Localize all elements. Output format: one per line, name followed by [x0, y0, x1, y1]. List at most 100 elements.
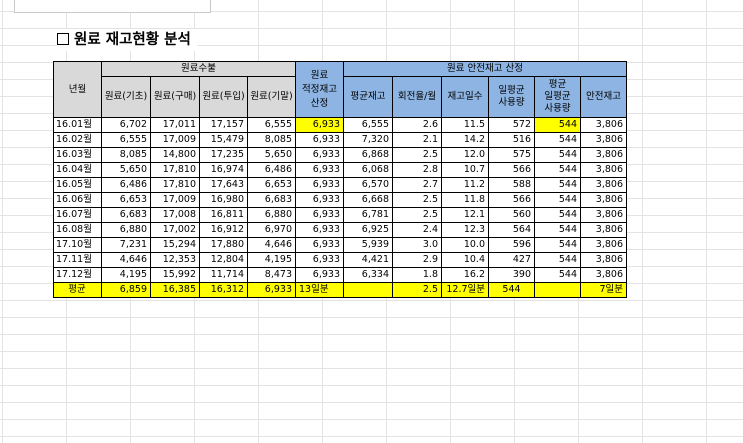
table-cell[interactable]: 6,933 — [295, 267, 344, 283]
header-avg-stock[interactable]: 평균재고 — [343, 76, 393, 118]
table-cell[interactable]: 6,555 — [343, 117, 393, 133]
table-cell[interactable]: 6,933 — [295, 162, 344, 178]
table-cell[interactable]: 16,811 — [199, 207, 248, 223]
table-cell[interactable]: 3,806 — [580, 237, 627, 253]
table-cell[interactable]: 588 — [488, 177, 535, 193]
table-cell[interactable]: 6,880 — [247, 207, 296, 223]
table-cell[interactable]: 11.8 — [441, 192, 489, 208]
table-cell[interactable]: 390 — [488, 267, 535, 283]
table-cell[interactable]: 6,925 — [343, 222, 393, 238]
table-cell[interactable]: 544 — [534, 132, 581, 148]
table-cell[interactable]: 17,002 — [150, 222, 200, 238]
header-proper-stock[interactable]: 원료 적정재고 산정 — [295, 61, 344, 118]
table-cell[interactable]: 544 — [534, 192, 581, 208]
name-box[interactable] — [14, 0, 211, 13]
header-turnover[interactable]: 회전율/월 — [392, 76, 442, 118]
table-cell[interactable]: 3,806 — [580, 177, 627, 193]
table-cell[interactable]: 16.2 — [441, 267, 489, 283]
row-month-cell[interactable]: 16.05월 — [53, 177, 102, 193]
table-cell[interactable]: 6,933 — [295, 147, 344, 163]
table-cell[interactable]: 2.9 — [392, 252, 442, 268]
row-month-cell[interactable]: 16.01월 — [53, 117, 102, 133]
table-cell[interactable]: 14.2 — [441, 132, 489, 148]
table-cell[interactable]: 544 — [534, 147, 581, 163]
table-cell[interactable]: 6,933 — [295, 117, 344, 133]
table-cell[interactable]: 7,231 — [101, 237, 151, 253]
table-cell[interactable]: 5,939 — [343, 237, 393, 253]
table-cell[interactable]: 3,806 — [580, 132, 627, 148]
header-avg-daily-usage[interactable]: 평균 일평균 사용량 — [534, 76, 581, 118]
row-month-cell[interactable]: 17.10월 — [53, 237, 102, 253]
table-cell[interactable]: 16,912 — [199, 222, 248, 238]
row-month-cell[interactable]: 16.03월 — [53, 147, 102, 163]
header-input[interactable]: 원료(투입) — [199, 76, 248, 118]
table-cell[interactable]: 3,806 — [580, 252, 627, 268]
table-cell[interactable]: 3,806 — [580, 147, 627, 163]
table-cell[interactable]: 14,800 — [150, 147, 200, 163]
table-cell[interactable]: 544 — [534, 252, 581, 268]
table-cell[interactable]: 10.0 — [441, 237, 489, 253]
row-month-cell[interactable]: 16.06월 — [53, 192, 102, 208]
header-base[interactable]: 원료(기초) — [101, 76, 151, 118]
average-cell[interactable]: 544 — [488, 282, 535, 298]
table-cell[interactable]: 6,683 — [247, 192, 296, 208]
average-cell[interactable]: 평균 — [53, 282, 102, 298]
table-cell[interactable]: 6,880 — [101, 222, 151, 238]
table-cell[interactable]: 3,806 — [580, 117, 627, 133]
table-cell[interactable]: 10.4 — [441, 252, 489, 268]
header-daily-usage[interactable]: 일평균 사용량 — [488, 76, 535, 118]
header-safety-stock[interactable]: 안전재고 — [580, 76, 627, 118]
table-cell[interactable]: 6,486 — [101, 177, 151, 193]
table-cell[interactable]: 6,486 — [247, 162, 296, 178]
row-month-cell[interactable]: 17.12월 — [53, 267, 102, 283]
table-cell[interactable]: 2.5 — [392, 192, 442, 208]
table-cell[interactable]: 6,683 — [101, 207, 151, 223]
average-cell[interactable] — [343, 282, 393, 298]
header-end[interactable]: 원료(기말) — [247, 76, 296, 118]
table-cell[interactable]: 6,570 — [343, 177, 393, 193]
average-cell[interactable]: 6,933 — [247, 282, 296, 298]
table-cell[interactable]: 544 — [534, 207, 581, 223]
table-cell[interactable]: 2.5 — [392, 207, 442, 223]
row-month-cell[interactable]: 16.04월 — [53, 162, 102, 178]
header-stock-days[interactable]: 재고일수 — [441, 76, 489, 118]
table-cell[interactable]: 10.7 — [441, 162, 489, 178]
table-cell[interactable]: 3,806 — [580, 162, 627, 178]
table-cell[interactable]: 17,011 — [150, 117, 200, 133]
table-cell[interactable]: 6,933 — [295, 252, 344, 268]
average-cell[interactable]: 2.5 — [392, 282, 442, 298]
table-cell[interactable]: 1.8 — [392, 267, 442, 283]
row-month-cell[interactable]: 16.02월 — [53, 132, 102, 148]
table-cell[interactable]: 516 — [488, 132, 535, 148]
table-cell[interactable]: 544 — [534, 177, 581, 193]
table-cell[interactable]: 15,992 — [150, 267, 200, 283]
table-cell[interactable]: 17,235 — [199, 147, 248, 163]
table-cell[interactable]: 12.0 — [441, 147, 489, 163]
table-cell[interactable]: 16,980 — [199, 192, 248, 208]
table-cell[interactable]: 544 — [534, 222, 581, 238]
table-cell[interactable]: 17,008 — [150, 207, 200, 223]
table-cell[interactable]: 11.2 — [441, 177, 489, 193]
header-group-safety[interactable]: 원료 안전재고 산정 — [343, 61, 627, 77]
table-cell[interactable]: 2.1 — [392, 132, 442, 148]
header-purchase[interactable]: 원료(구매) — [150, 76, 200, 118]
table-cell[interactable]: 566 — [488, 162, 535, 178]
table-cell[interactable]: 6,781 — [343, 207, 393, 223]
table-cell[interactable]: 596 — [488, 237, 535, 253]
average-cell[interactable]: 13일분 — [295, 282, 344, 298]
table-cell[interactable]: 3.0 — [392, 237, 442, 253]
table-cell[interactable]: 544 — [534, 267, 581, 283]
table-cell[interactable]: 4,195 — [101, 267, 151, 283]
table-cell[interactable]: 4,195 — [247, 252, 296, 268]
table-cell[interactable]: 572 — [488, 117, 535, 133]
table-cell[interactable]: 427 — [488, 252, 535, 268]
header-month[interactable]: 년월 — [53, 61, 102, 118]
table-cell[interactable]: 2.4 — [392, 222, 442, 238]
table-cell[interactable]: 6,653 — [101, 192, 151, 208]
table-cell[interactable]: 12,353 — [150, 252, 200, 268]
table-cell[interactable]: 15,294 — [150, 237, 200, 253]
table-cell[interactable]: 6,933 — [295, 207, 344, 223]
table-cell[interactable]: 17,880 — [199, 237, 248, 253]
table-cell[interactable]: 5,650 — [247, 147, 296, 163]
average-cell[interactable]: 12.7일분 — [441, 282, 489, 298]
